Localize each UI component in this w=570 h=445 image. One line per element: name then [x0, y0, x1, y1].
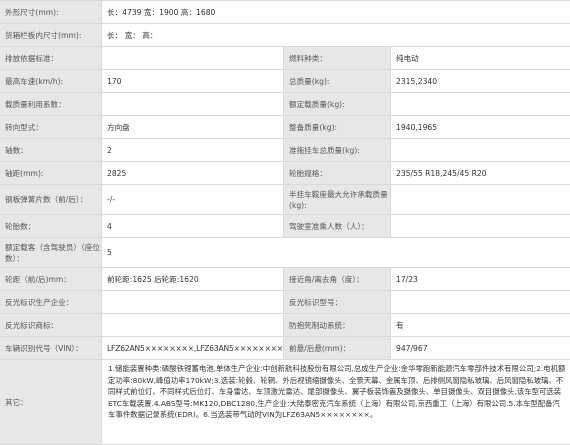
spec-label: 轴距(mm):: [0, 162, 101, 184]
spec-label: 轮胎数：: [0, 215, 101, 237]
spec-value: 长：4739 宽：1900 高：1680: [102, 1, 570, 23]
spec-value: [391, 139, 570, 161]
spec-row: 额定载客（含驾驶员）（座位数）： 5: [0, 237, 570, 267]
spec-label: 反光标识商标：: [0, 314, 101, 336]
spec-row: 车辆识别代号（VIN）： LFZ62AN5××××××××,LFZ63AN5××…: [0, 336, 570, 359]
spec-label: 额定载客（含驾驶员）（座位数）：: [0, 238, 101, 267]
spec-label: 前悬/后悬(mm)：: [284, 337, 390, 359]
spec-label: 轮距（前/后)mm：: [0, 268, 101, 290]
other-notes: 1.储能装置种类:磷酸铁锂蓄电池,单体生产企业:中创新航科技股份有限公司,总成生…: [102, 360, 570, 444]
spec-value: [391, 93, 570, 115]
spec-value: [102, 314, 283, 336]
spec-value: 2315,2340: [391, 70, 570, 92]
other-label: 其它：: [0, 360, 101, 444]
spec-value: 235/55 R18,245/45 R20: [391, 162, 570, 184]
spec-value: 2825: [102, 162, 283, 184]
spec-value: 170: [102, 70, 283, 92]
spec-value: [391, 215, 570, 237]
spec-value: [391, 185, 570, 214]
spec-value: LFZ62AN5××××××××,LFZ63AN5××××××××: [102, 337, 283, 359]
spec-label: 轮胎规格：: [284, 162, 390, 184]
spec-value: [391, 291, 570, 313]
spec-label: 货箱栏板内尺寸(mm):: [0, 24, 101, 46]
spec-value: [102, 291, 283, 313]
spec-row: 反光标识生产企业： 反光标识型号：: [0, 290, 570, 313]
spec-value: 947/967: [391, 337, 570, 359]
spec-value: 有: [391, 314, 570, 336]
spec-value: 方向盘: [102, 116, 283, 138]
spec-value: -/-: [102, 185, 283, 214]
spec-label: 外形尺寸(mm):: [0, 1, 101, 23]
spec-row: 最高车速(km/h): 170 总质量(kg): 2315,2340: [0, 69, 570, 92]
spec-label: 转向型式：: [0, 116, 101, 138]
spec-row: 货箱栏板内尺寸(mm): 长： 宽： 高：: [0, 23, 570, 46]
spec-value: [102, 93, 283, 115]
spec-label: 驾驶室准乘人数（人）：: [284, 215, 390, 237]
spec-label: 接近角/离去角（度）：: [284, 268, 390, 290]
spec-label: 半挂车鞍座最大允许承载质量(kg):: [284, 185, 390, 214]
spec-row-other: 其它： 1.储能装置种类:磷酸铁锂蓄电池,单体生产企业:中创新航科技股份有限公司…: [0, 359, 570, 445]
spec-value: 1940,1965: [391, 116, 570, 138]
spec-label: 最高车速(km/h):: [0, 70, 101, 92]
spec-row: 载质量利用系数： 额定载质量(kg):: [0, 92, 570, 115]
spec-value: 5: [102, 238, 570, 267]
spec-label: 整备质量(kg):: [284, 116, 390, 138]
spec-label: 载质量利用系数：: [0, 93, 101, 115]
spec-row: 轴数： 2 准拖挂车总质量(kg):: [0, 138, 570, 161]
spec-label: 燃料种类：: [284, 47, 390, 69]
spec-value: 前轮距:1625 后轮距:1620: [102, 268, 283, 290]
spec-label: 准拖挂车总质量(kg):: [284, 139, 390, 161]
spec-row: 排放依据标准： 燃料种类： 纯电动: [0, 46, 570, 69]
spec-value: [102, 47, 283, 69]
spec-label: 反光标识生产企业：: [0, 291, 101, 313]
spec-label: 总质量(kg):: [284, 70, 390, 92]
spec-label: 轴数：: [0, 139, 101, 161]
spec-label: 额定载质量(kg):: [284, 93, 390, 115]
spec-label: 排放依据标准：: [0, 47, 101, 69]
spec-value: 4: [102, 215, 283, 237]
spec-label: 车辆识别代号（VIN）：: [0, 337, 101, 359]
spec-value: 17/23: [391, 268, 570, 290]
spec-value: 2: [102, 139, 283, 161]
vehicle-spec-table: 外形尺寸(mm): 长：4739 宽：1900 高：1680 货箱栏板内尺寸(m…: [0, 0, 570, 445]
spec-row: 轮距（前/后)mm： 前轮距:1625 后轮距:1620 接近角/离去角（度）：…: [0, 267, 570, 290]
spec-row: 转向型式： 方向盘 整备质量(kg): 1940,1965: [0, 115, 570, 138]
spec-label: 防抱死制动系统：: [284, 314, 390, 336]
spec-value: 长： 宽： 高：: [102, 24, 570, 46]
spec-label: 钢板弹簧片数（前/后）：: [0, 185, 101, 214]
spec-value: 纯电动: [391, 47, 570, 69]
spec-label: 反光标识型号：: [284, 291, 390, 313]
spec-row: 轮胎数： 4 驾驶室准乘人数（人）：: [0, 214, 570, 237]
spec-row: 轴距(mm): 2825 轮胎规格： 235/55 R18,245/45 R20: [0, 161, 570, 184]
spec-row: 反光标识商标： 防抱死制动系统： 有: [0, 313, 570, 336]
spec-row: 外形尺寸(mm): 长：4739 宽：1900 高：1680: [0, 0, 570, 23]
spec-row: 钢板弹簧片数（前/后）： -/- 半挂车鞍座最大允许承载质量(kg):: [0, 184, 570, 214]
